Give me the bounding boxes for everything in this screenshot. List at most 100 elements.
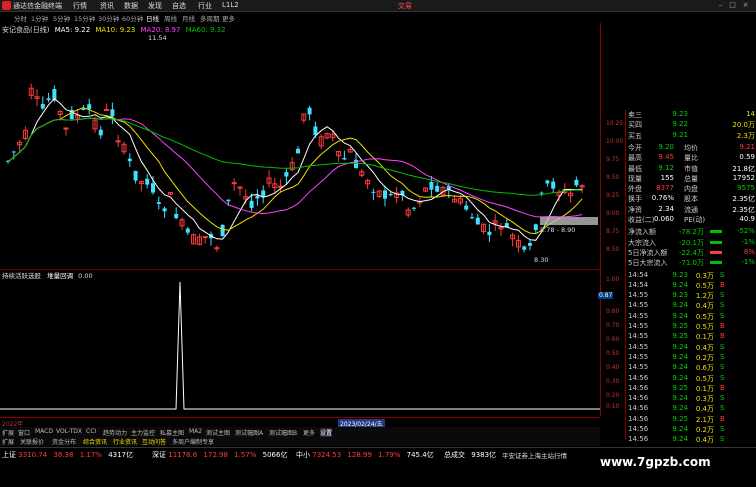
flow-bar <box>710 240 722 244</box>
candle-body <box>46 98 51 101</box>
minimize-icon[interactable]: – <box>716 1 725 9</box>
stat-label: 流通 <box>684 205 698 214</box>
stat-label: 均价 <box>684 143 698 152</box>
tick-row: 14:56 9.24 0.4万 S <box>626 435 756 444</box>
period-tab[interactable]: 15分钟 <box>74 13 95 23</box>
candle-body <box>127 158 132 162</box>
stat-value: 0.76% <box>651 194 674 203</box>
info-tab[interactable]: 综合资讯 <box>83 437 107 446</box>
ask-volume: 20.0万 <box>732 121 755 130</box>
tab-indicator[interactable]: 扩展 <box>2 428 14 437</box>
tab-indicator[interactable]: MA2 <box>189 428 202 435</box>
ask-price: 9.21 <box>672 130 688 139</box>
stat-value: 40.9 <box>739 215 755 223</box>
quote-stat-row: 最低 9.12 市值 21.8亿 <box>626 164 756 173</box>
tick-direction: B <box>720 332 725 341</box>
period-tab[interactable]: 1分钟 <box>31 13 48 23</box>
fund-flow-row: 5日大宗流入 -71.0万 -1% <box>626 258 756 267</box>
tick-time: 14:56 <box>628 383 649 392</box>
menu-item-discover[interactable]: 发现 <box>148 1 162 11</box>
info-tab[interactable]: 资金分布 <box>52 437 76 446</box>
period-tab[interactable]: 30分钟 <box>98 13 119 23</box>
tab-indicator[interactable]: 窗口 <box>18 428 30 437</box>
ask-volume: 14 <box>746 110 755 118</box>
tick-time: 14:56 <box>628 404 649 413</box>
indicator-chart[interactable]: 持续活跃选股 堆量回调 0.00 <box>0 270 600 416</box>
price-tick: 10.00 <box>606 138 624 145</box>
close-icon[interactable]: × <box>741 1 750 9</box>
tab-indicator[interactable]: 趋势动力 <box>103 428 127 437</box>
index-smallcap[interactable]: 中小 7324.53 128.99 1.79% 745.4亿 <box>296 450 434 460</box>
quote-stat-row: 今开 9.20 均价 9.21 <box>626 143 756 152</box>
trade-button[interactable]: 交易 <box>398 1 412 11</box>
candle-body <box>551 181 556 189</box>
candle-body <box>255 195 260 199</box>
tick-direction: S <box>720 311 725 320</box>
menu-item-watchlist[interactable]: 自选 <box>172 1 186 11</box>
tick-row: 14:55 9.23 1.2万 S <box>626 291 756 300</box>
period-tab[interactable]: 多周期 <box>200 13 220 23</box>
tab-indicator[interactable]: 测试幅图B <box>269 428 297 437</box>
candle-body <box>202 236 208 239</box>
index-shenzhen[interactable]: 深证 11178.6 172.98 1.57% 5066亿 <box>152 450 287 460</box>
menu-item-industry[interactable]: 行业 <box>198 1 212 11</box>
high-annotation: 11.54 <box>148 34 167 42</box>
candle-body <box>162 208 167 212</box>
candle-body <box>533 224 538 231</box>
tick-row: 14:54 9.23 0.3万 S <box>626 271 756 280</box>
stat-value: 21.8亿 <box>732 164 755 173</box>
maximize-icon[interactable]: □ <box>728 1 737 9</box>
menu-item-quotes[interactable]: 行情 <box>73 1 87 11</box>
period-tab[interactable]: 5分钟 <box>53 13 70 23</box>
period-tab[interactable]: 60分钟 <box>122 13 143 23</box>
tab-indicator[interactable]: 私募主图 <box>160 428 184 437</box>
tab-indicator-more[interactable]: 更多 <box>303 428 315 437</box>
period-tab-active[interactable]: 日线 <box>146 13 159 23</box>
candle-body <box>185 228 190 233</box>
ask-volume: 2.3万 <box>736 131 755 140</box>
kline-chart[interactable]: 安记食品(日线) MA5: 9.22 MA10: 9.23 MA20: 8.97… <box>0 23 600 270</box>
tick-volume: 0.6万 <box>695 364 714 373</box>
menu-item-news[interactable]: 资讯 <box>100 1 114 11</box>
tick-time: 14:55 <box>628 352 649 361</box>
period-tab-more[interactable]: 更多 <box>222 13 235 23</box>
tick-direction: S <box>720 404 725 413</box>
tick-price: 9.24 <box>672 373 688 382</box>
info-tab[interactable]: 多周户编制专享 <box>172 437 214 446</box>
ask-price: 9.22 <box>672 120 688 129</box>
sub-tick: 0.70 <box>606 322 620 329</box>
tick-volume: 0.1万 <box>695 333 714 342</box>
menu-item-data[interactable]: 数据 <box>124 1 138 11</box>
tick-direction: S <box>720 394 725 403</box>
order-book-row: 买四 9.22 20.0万 <box>626 120 756 129</box>
stat-label: 换手 <box>628 195 642 204</box>
period-tab[interactable]: 分时 <box>14 13 27 23</box>
stat-label: 股本 <box>684 195 698 204</box>
tick-volume: 0.5万 <box>695 374 714 383</box>
tick-time: 14:56 <box>628 425 649 433</box>
info-tab[interactable]: 扩展 <box>2 437 14 446</box>
info-tab[interactable]: 关联报价 <box>20 437 44 446</box>
ask-label: 卖三 <box>628 111 642 119</box>
info-tab[interactable]: 行业资讯 <box>113 437 137 446</box>
flow-bar <box>710 230 722 234</box>
info-tab[interactable]: 互动问答 <box>142 437 166 446</box>
period-tab[interactable]: 月线 <box>182 13 195 23</box>
menu-item-l1l2[interactable]: L1L2 <box>222 1 239 9</box>
tick-volume: 0.4万 <box>695 436 714 445</box>
stat-value: 9.45 <box>658 153 674 162</box>
quote-stat-row: 现量 155 总量 17952 <box>626 174 756 183</box>
indicator-tabs: 扩展 窗口 MACD VOL-TDX CCI 趋势动力 主力监控 私募主图 MA… <box>0 427 600 437</box>
tab-indicator[interactable]: CCI <box>86 428 96 435</box>
index-shanghai[interactable]: 上证 3310.74 38.38 1.17% 4317亿 <box>2 450 133 460</box>
candle-body <box>284 172 289 177</box>
fund-flow-row: 大宗流入 -20.1万 -1% <box>626 238 756 247</box>
tab-indicator-settings[interactable]: 设置 <box>320 428 333 437</box>
indicator-line <box>0 281 600 410</box>
tab-indicator[interactable]: 测试主图 <box>206 428 230 437</box>
period-tab[interactable]: 周线 <box>164 13 177 23</box>
tab-indicator[interactable]: VOL-TDX <box>56 428 82 435</box>
tab-indicator[interactable]: 主力监控 <box>131 428 155 437</box>
tab-indicator[interactable]: MACD <box>35 428 53 435</box>
tab-indicator[interactable]: 测试幅图A <box>235 428 263 437</box>
